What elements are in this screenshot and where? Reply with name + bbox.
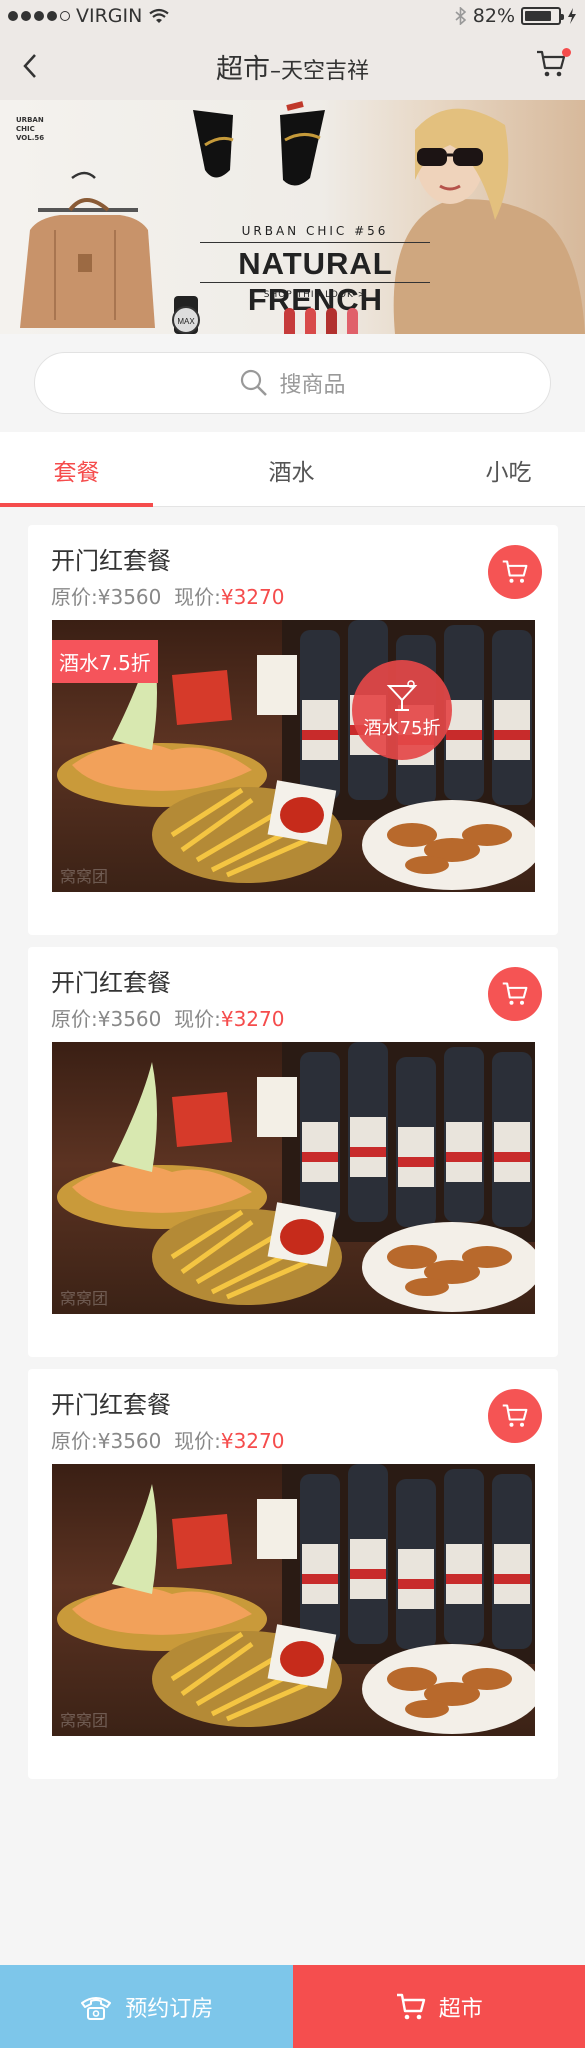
cart-icon [502, 560, 528, 583]
tab-snacks[interactable]: 小吃 [432, 432, 585, 507]
add-to-cart-button[interactable] [488, 967, 542, 1021]
lipsticks-image [284, 308, 358, 334]
product-price: 原价:¥3560 现价:¥3270 [51, 1007, 285, 1031]
nav-bar: 超市–天空吉祥 [0, 32, 585, 100]
product-price: 原价:¥3560 现价:¥3270 [51, 585, 285, 609]
cart-button[interactable] [535, 48, 571, 84]
banner-divider [200, 242, 430, 243]
banner-volume-label: URBAN CHIC VOL.56 [16, 116, 45, 142]
book-room-button[interactable]: 预约订房 [0, 1965, 293, 2048]
product-photo: 窝窝团 酒水7.5折 酒水75折 [52, 620, 535, 892]
product-photo: 窝窝团 [52, 1042, 535, 1314]
add-to-cart-button[interactable] [488, 1389, 542, 1443]
wifi-icon [149, 8, 170, 23]
charging-icon [568, 8, 576, 24]
food-platter-image: 窝窝团 [57, 1464, 535, 1734]
battery-icon [521, 7, 564, 25]
product-photo: 窝窝团 [52, 1464, 535, 1736]
supermarket-label: 超市 [438, 1996, 483, 2022]
cart-icon [502, 982, 528, 1005]
current-price: ¥3270 [220, 1429, 285, 1453]
back-button[interactable] [14, 50, 46, 82]
page-title-sub: –天空吉祥 [269, 58, 369, 84]
product-title: 开门红套餐 [51, 969, 171, 997]
svg-text:窝窝团: 窝窝团 [60, 1289, 108, 1308]
signal-icon [8, 11, 70, 21]
cocktail-icon [386, 680, 418, 711]
svg-text:窝窝团: 窝窝团 [60, 1711, 108, 1730]
product-card[interactable]: 开门红套餐 原价:¥3560 现价:¥3270 窝窝团 [28, 1369, 558, 1779]
bluetooth-icon [455, 7, 466, 25]
banner-shop-link[interactable]: SHOP THIS LOOK > [200, 290, 430, 300]
chevron-left-icon [23, 54, 36, 78]
tab-drinks[interactable]: 酒水 [215, 432, 368, 507]
cart-icon [396, 1993, 425, 2019]
search-icon [241, 369, 268, 396]
banner-divider [200, 282, 430, 283]
page-title: 超市–天空吉祥 [216, 47, 369, 86]
product-price: 原价:¥3560 现价:¥3270 [51, 1429, 285, 1453]
food-platter-image: 窝窝团 [57, 1042, 535, 1312]
category-tabs: 套餐 酒水 小吃 [0, 432, 585, 507]
tab-active-indicator [0, 503, 153, 507]
carrier-label: VIRGIN [76, 5, 143, 27]
banner-tagline: URBAN CHIC #56 [241, 224, 389, 238]
phone-icon [81, 1996, 112, 2020]
watch-image: MAX [172, 296, 200, 334]
svg-text:MAX: MAX [177, 317, 195, 326]
add-to-cart-button[interactable] [488, 545, 542, 599]
cart-icon [502, 1404, 528, 1427]
search-area: 搜商品 [0, 334, 585, 432]
shoes-image [193, 101, 325, 186]
drinks-discount-badge: 酒水75折 [352, 660, 452, 760]
product-card[interactable]: 开门红套餐 原价:¥3560 现价:¥3270 窝窝团 [28, 947, 558, 1357]
tab-set-meal[interactable]: 套餐 [0, 432, 153, 507]
handbag-image [20, 171, 155, 328]
bottom-action-bar: 预约订房 超市 [0, 1965, 585, 2048]
status-bar: VIRGIN 82% [0, 0, 585, 32]
current-price: ¥3270 [220, 585, 285, 609]
product-title: 开门红套餐 [51, 1391, 171, 1419]
product-title: 开门红套餐 [51, 547, 171, 575]
search-input[interactable]: 搜商品 [34, 352, 551, 414]
promo-banner[interactable]: URBAN CHIC VOL.56 URBAN CHIC #56 NATURAL… [0, 100, 585, 334]
battery-percent: 82% [472, 5, 515, 27]
book-room-label: 预约订房 [125, 1996, 214, 2022]
svg-text:窝窝团: 窝窝团 [60, 867, 108, 886]
product-card[interactable]: 开门红套餐 原价:¥3560 现价:¥3270 窝窝团 酒水7.5折 酒水75折 [28, 525, 558, 935]
current-price: ¥3270 [220, 1007, 285, 1031]
page-title-main: 超市 [215, 53, 270, 85]
discount-badge: 酒水7.5折 [52, 640, 158, 683]
cart-notification-dot [562, 48, 571, 57]
search-placeholder: 搜商品 [279, 373, 346, 398]
supermarket-button[interactable]: 超市 [292, 1965, 585, 2048]
